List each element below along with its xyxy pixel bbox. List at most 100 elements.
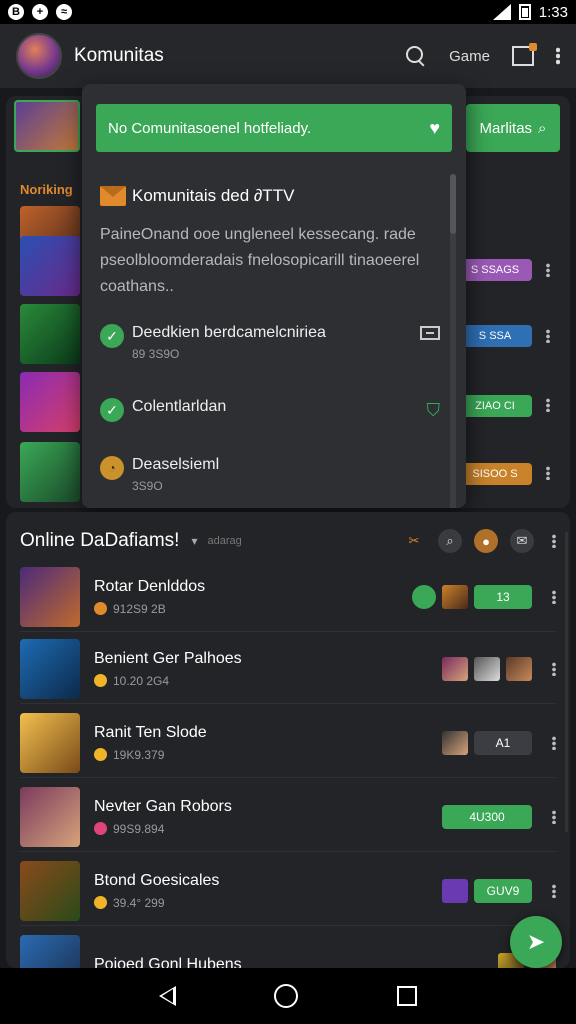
rank-icon: [94, 896, 107, 909]
status-badge: 4U300: [442, 804, 532, 829]
lightning-icon: [442, 878, 468, 903]
search-icon[interactable]: [405, 45, 427, 67]
player-avatar: [20, 786, 80, 847]
list-item[interactable]: Ranit Ten Slode 19K9.379 A1: [20, 708, 556, 778]
recents-icon[interactable]: [396, 986, 417, 1006]
send-fab-button[interactable]: ➤: [510, 916, 562, 968]
rank-icon: [94, 748, 107, 761]
community-avatar[interactable]: [16, 33, 62, 79]
app-bar: Komunitas Game: [0, 24, 576, 88]
player-stats: 99S9.894: [113, 821, 165, 836]
player-avatar: [20, 860, 80, 921]
battery-icon: [518, 4, 531, 20]
option-sub: 3S9O: [132, 479, 163, 493]
chevron-down-icon[interactable]: ▾: [191, 534, 197, 548]
back-icon[interactable]: [159, 986, 177, 1006]
send-icon: ➤: [526, 929, 546, 954]
player-avatar: [20, 638, 80, 699]
list-item[interactable]: Rotar Denlddos 912S9 2B 13: [20, 562, 556, 632]
player-avatar: [20, 712, 80, 773]
navigation-bar: [0, 968, 576, 1024]
modal-title-text: Komunitais ded ∂TTV: [132, 186, 295, 205]
modal-description: PaineOnand ooe ungleneel kessecang. rade…: [100, 226, 420, 295]
status-app-icon: B: [8, 4, 24, 20]
badge-icon[interactable]: ●: [474, 529, 498, 553]
status-badge: GUV9: [474, 878, 532, 903]
status-sync-icon: ≈: [56, 4, 72, 20]
more-options-icon[interactable]: [552, 883, 556, 898]
modal-scrollbar[interactable]: [450, 174, 456, 508]
search-icon[interactable]: ⌕: [438, 529, 462, 553]
more-options-icon[interactable]: [552, 589, 556, 604]
more-options-icon[interactable]: [546, 466, 550, 480]
heart-icon[interactable]: ♥: [429, 118, 440, 139]
option-label: Colentlarldan: [132, 398, 227, 415]
rank-icon: [94, 674, 107, 687]
list-item[interactable]: Btond Goesicales 39.4° 299 GUV9: [20, 856, 556, 926]
game-icon: [442, 730, 468, 755]
player-stats: 10.20 2G4: [113, 673, 170, 688]
player-avatar: [20, 566, 80, 627]
background-pill: SISOO S: [458, 463, 532, 485]
player-name: Nevter Gan Robors: [94, 797, 232, 815]
player-stats: 39.4° 299: [113, 895, 165, 910]
player-avatar: [20, 935, 80, 968]
online-scrollbar[interactable]: [565, 532, 568, 832]
notification-banner[interactable]: No Comunitasoenel hotfeliady. ♥: [96, 104, 452, 152]
list-item[interactable]: Poioed Gonl Hubens: [20, 930, 556, 968]
modal-option[interactable]: ✓ Colentlarldan ⛉: [100, 398, 440, 422]
more-options-icon[interactable]: [552, 735, 556, 750]
background-thumbnail: [20, 236, 80, 296]
online-filter-hint[interactable]: adarag: [207, 535, 241, 547]
player-stats: 912S9 2B: [113, 601, 166, 616]
rank-icon: [94, 602, 107, 615]
background-action-button[interactable]: Marlitas ⌕: [466, 104, 560, 152]
status-badge: 13: [474, 584, 532, 609]
more-options-icon[interactable]: [552, 534, 556, 548]
background-pill: S SSA: [458, 325, 532, 347]
check-icon: ✓: [100, 324, 124, 348]
background-thumbnail: [20, 372, 80, 432]
more-options-icon[interactable]: [546, 398, 550, 412]
list-item[interactable]: Benient Ger Palhoes 10.20 2G4: [20, 634, 556, 704]
background-pill: ZIAO CI: [458, 395, 532, 417]
game-icon: [474, 656, 500, 681]
player-name: Poioed Gonl Hubens: [94, 956, 242, 968]
option-label: Deedkien berdcamelcniriea: [132, 324, 326, 341]
community-modal: No Comunitasoenel hotfeliady. ♥ Komunita…: [82, 84, 466, 508]
player-name: Rotar Denlddos: [94, 577, 206, 595]
background-action-label: Marlitas: [479, 119, 533, 137]
more-options-icon[interactable]: [556, 47, 560, 65]
modal-option[interactable]: ✓ Deedkien berdcamelcniriea 89 3S9O: [100, 324, 440, 361]
status-notification-icon: +: [32, 4, 48, 20]
modal-option[interactable]: ◔ Deaselsieml 3S9O: [100, 456, 440, 493]
timer-icon: ◔: [100, 456, 124, 480]
compose-icon[interactable]: [512, 43, 537, 66]
background-tab-thumbnail[interactable]: [14, 100, 80, 152]
game-button[interactable]: Game: [449, 48, 490, 65]
card-icon[interactable]: [420, 326, 440, 340]
shirt-icon[interactable]: ⛉: [427, 400, 441, 421]
game-icon: [506, 656, 532, 681]
option-label: Deaselsieml: [132, 456, 220, 473]
background-section-label: Noriking: [20, 182, 73, 197]
chat-icon[interactable]: ✉: [510, 529, 534, 553]
more-options-icon[interactable]: [552, 809, 556, 824]
list-item[interactable]: Nevter Gan Robors 99S9.894 4U300: [20, 782, 556, 852]
status-time: 1:33: [538, 3, 568, 21]
more-options-icon[interactable]: [552, 661, 556, 676]
home-icon[interactable]: [274, 984, 299, 1008]
more-options-icon[interactable]: [546, 329, 550, 343]
player-name: Btond Goesicales: [94, 871, 220, 889]
search-icon: ⌕: [538, 119, 547, 137]
option-sub: 89 3S9O: [132, 347, 180, 361]
rank-icon: [94, 822, 107, 835]
banner-text: No Comunitasoenel hotfeliady.: [108, 119, 312, 137]
tools-icon[interactable]: ✂: [402, 529, 426, 553]
page-title: Komunitas: [74, 45, 164, 66]
online-header: Online DaDafiams! ▾ adarag ✂ ⌕ ● ✉: [20, 526, 556, 556]
game-icon: [412, 584, 436, 609]
modal-title: Komunitais ded ∂TTV: [100, 186, 294, 206]
more-options-icon[interactable]: [546, 263, 550, 277]
player-stats: 19K9.379: [113, 747, 165, 762]
